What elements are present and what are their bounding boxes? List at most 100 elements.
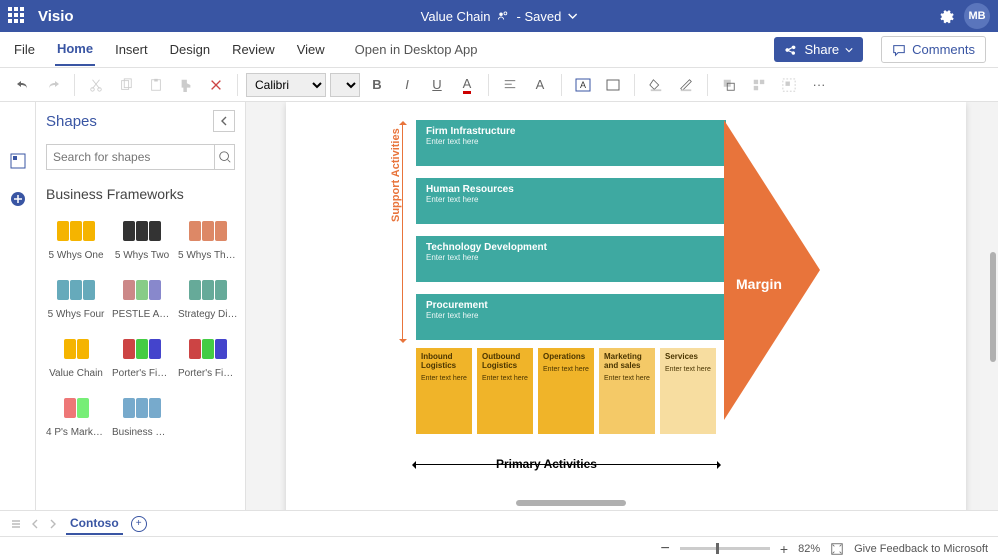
- shape-item[interactable]: 5 Whys Three: [176, 210, 240, 267]
- stencil-name[interactable]: Business Frameworks: [36, 178, 245, 210]
- share-button[interactable]: Share: [774, 37, 863, 62]
- undo-button[interactable]: [10, 72, 36, 98]
- stencil-icon[interactable]: [9, 152, 27, 170]
- shape-item[interactable]: Strategy Dia...: [176, 269, 240, 326]
- delete-button[interactable]: [203, 72, 229, 98]
- arrange-button[interactable]: [716, 72, 742, 98]
- support-block-technology[interactable]: Technology Development Enter text here: [416, 236, 726, 282]
- block-title: Outbound Logistics: [482, 353, 528, 371]
- group-button[interactable]: [776, 72, 802, 98]
- app-launcher-icon[interactable]: [8, 7, 26, 25]
- cut-button[interactable]: [83, 72, 109, 98]
- shape-item[interactable]: 5 Whys One: [44, 210, 108, 267]
- tab-home[interactable]: Home: [55, 33, 95, 66]
- tab-file[interactable]: File: [12, 34, 37, 65]
- add-stencil-icon[interactable]: [9, 190, 27, 208]
- zoom-level[interactable]: 82%: [798, 543, 820, 555]
- primary-block-marketing[interactable]: Marketing and sales Enter text here: [599, 348, 655, 434]
- share-people-icon: [497, 9, 511, 23]
- sheet-list-icon[interactable]: [10, 518, 22, 530]
- prev-sheet-icon[interactable]: [30, 519, 40, 529]
- separator: [74, 74, 75, 96]
- feedback-link[interactable]: Give Feedback to Microsoft: [854, 543, 988, 555]
- text-box-button[interactable]: A: [570, 72, 596, 98]
- work-area: Shapes Business Frameworks 5 Whys One5 W…: [0, 102, 998, 510]
- shape-item[interactable]: 4 P's Market...: [44, 387, 108, 444]
- support-block-procurement[interactable]: Procurement Enter text here: [416, 294, 726, 340]
- user-avatar[interactable]: MB: [964, 3, 990, 29]
- position-button[interactable]: [746, 72, 772, 98]
- line-color-button[interactable]: [673, 72, 699, 98]
- open-in-desktop[interactable]: Open in Desktop App: [355, 42, 478, 57]
- font-color-button[interactable]: A: [454, 72, 480, 98]
- tab-insert[interactable]: Insert: [113, 34, 150, 65]
- tab-view[interactable]: View: [295, 34, 327, 65]
- page-surface[interactable]: Support Activities Firm Infrastructure E…: [286, 102, 966, 510]
- primary-block-operations[interactable]: Operations Enter text here: [538, 348, 594, 434]
- font-size-select[interactable]: 12: [330, 73, 360, 97]
- format-painter-button[interactable]: [173, 72, 199, 98]
- fit-page-icon[interactable]: [830, 542, 844, 556]
- shape-item[interactable]: 5 Whys Four: [44, 269, 108, 326]
- primary-block-services[interactable]: Services Enter text here: [660, 348, 716, 434]
- document-title-area[interactable]: Value Chain - Saved: [421, 9, 578, 24]
- support-block-infrastructure[interactable]: Firm Infrastructure Enter text here: [416, 120, 726, 166]
- horizontal-scrollbar[interactable]: [516, 500, 626, 506]
- fill-color-button[interactable]: [643, 72, 669, 98]
- separator: [561, 74, 562, 96]
- app-name: Visio: [38, 8, 74, 25]
- copy-button[interactable]: [113, 72, 139, 98]
- primary-block-outbound[interactable]: Outbound Logistics Enter text here: [477, 348, 533, 434]
- align-button[interactable]: [497, 72, 523, 98]
- font-family-select[interactable]: Calibri: [246, 73, 326, 97]
- shapes-panel-title: Shapes: [46, 113, 97, 130]
- vertical-scrollbar[interactable]: [990, 252, 996, 362]
- zoom-out-button[interactable]: −: [661, 540, 670, 558]
- shape-outline-button[interactable]: [600, 72, 626, 98]
- document-name: Value Chain: [421, 9, 491, 24]
- zoom-slider[interactable]: [680, 547, 770, 550]
- primary-block-inbound[interactable]: Inbound Logistics Enter text here: [416, 348, 472, 434]
- vertical-scrollbar-track[interactable]: [988, 102, 996, 510]
- shape-label: 4 P's Market...: [46, 427, 106, 438]
- search-button[interactable]: [215, 144, 235, 170]
- separator: [707, 74, 708, 96]
- block-title: Operations: [543, 353, 589, 362]
- sheet-tab[interactable]: Contoso: [66, 513, 123, 535]
- add-page-button[interactable]: +: [131, 516, 147, 532]
- more-commands-button[interactable]: ···: [806, 72, 832, 98]
- collapse-panel-button[interactable]: [213, 110, 235, 132]
- shape-item[interactable]: Value Chain: [44, 328, 108, 385]
- block-subtitle: Enter text here: [426, 253, 716, 262]
- margin-arrow-shape[interactable]: [724, 120, 820, 420]
- shape-item[interactable]: Porter's Five...: [110, 328, 174, 385]
- primary-activities-label: Primary Activities: [496, 457, 597, 471]
- settings-icon[interactable]: [938, 8, 954, 24]
- shape-label: Porter's Five...: [178, 368, 238, 379]
- next-sheet-icon[interactable]: [48, 519, 58, 529]
- primary-activities-row: Inbound Logistics Enter text here Outbou…: [416, 348, 716, 434]
- bold-button[interactable]: B: [364, 72, 390, 98]
- block-subtitle: Enter text here: [421, 375, 467, 383]
- shape-item[interactable]: PESTLE Anal...: [110, 269, 174, 326]
- comments-button[interactable]: Comments: [881, 36, 986, 63]
- shape-item[interactable]: Business Mo...: [110, 387, 174, 444]
- text-size-button[interactable]: A: [527, 72, 553, 98]
- paste-button[interactable]: [143, 72, 169, 98]
- italic-button[interactable]: I: [394, 72, 420, 98]
- shape-label: 5 Whys Three: [178, 250, 238, 261]
- chevron-down-icon[interactable]: [567, 11, 577, 21]
- drawing-canvas[interactable]: Support Activities Firm Infrastructure E…: [246, 102, 998, 510]
- tab-review[interactable]: Review: [230, 34, 277, 65]
- support-block-hr[interactable]: Human Resources Enter text here: [416, 178, 726, 224]
- comments-label: Comments: [912, 42, 975, 57]
- shape-search-input[interactable]: [46, 144, 215, 170]
- zoom-in-button[interactable]: +: [780, 541, 788, 557]
- tab-design[interactable]: Design: [168, 34, 212, 65]
- shape-item[interactable]: 5 Whys Two: [110, 210, 174, 267]
- block-title: Services: [665, 353, 711, 362]
- shape-item[interactable]: Porter's Five...: [176, 328, 240, 385]
- shape-label: 5 Whys Two: [112, 250, 172, 261]
- redo-button[interactable]: [40, 72, 66, 98]
- underline-button[interactable]: U: [424, 72, 450, 98]
